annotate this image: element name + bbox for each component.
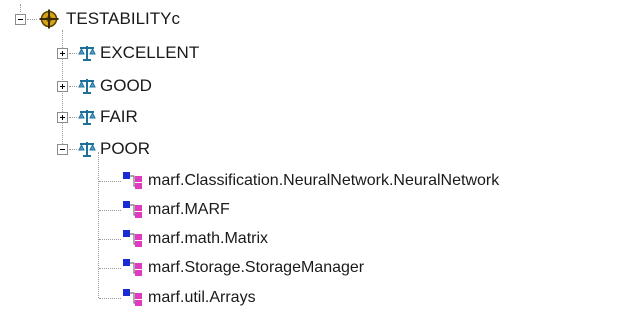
tree-leaf-item[interactable]: marf.Storage.StorageManager <box>0 255 630 281</box>
scales-icon <box>78 142 96 157</box>
category-label: EXCELLENT <box>100 43 200 62</box>
collapse-toggle[interactable] <box>57 144 68 155</box>
category-label: FAIR <box>100 107 138 126</box>
tree-guide-line <box>69 86 77 87</box>
class-label: marf.Classification.NeuralNetwork.Neural… <box>148 172 500 189</box>
tree-leaf-item[interactable]: marf.util.Arrays <box>0 285 630 311</box>
tree-node-poor[interactable]: POOR <box>0 136 300 162</box>
expand-toggle[interactable] <box>57 112 68 123</box>
category-label: GOOD <box>100 76 152 95</box>
tree-node-fair[interactable]: FAIR <box>0 104 300 130</box>
class-hierarchy-icon <box>123 172 142 189</box>
scales-icon <box>78 110 96 125</box>
class-hierarchy-icon <box>123 230 142 247</box>
tree-guide-line <box>99 298 121 299</box>
tree-guide-line <box>99 210 121 211</box>
tree-node-good[interactable]: GOOD <box>0 73 300 99</box>
class-hierarchy-icon <box>123 201 142 218</box>
class-hierarchy-icon <box>123 289 142 306</box>
collapse-toggle[interactable] <box>15 14 26 25</box>
tree-leaf-item[interactable]: marf.MARF <box>0 197 630 223</box>
category-label: POOR <box>100 139 151 158</box>
tree-node-root[interactable]: TESTABILITYc <box>0 6 300 32</box>
expand-toggle[interactable] <box>57 48 68 59</box>
tree-view: TESTABILITYc EXCELLENT GOOD FAIR POOR ma… <box>0 0 630 312</box>
class-label: marf.Storage.StorageManager <box>148 259 365 276</box>
class-label: marf.util.Arrays <box>148 289 256 306</box>
tree-leaf-item[interactable]: marf.Classification.NeuralNetwork.Neural… <box>0 168 630 194</box>
tree-leaf-item[interactable]: marf.math.Matrix <box>0 226 630 252</box>
class-label: marf.MARF <box>148 201 230 218</box>
class-hierarchy-icon <box>123 259 142 276</box>
tree-guide-line <box>69 53 77 54</box>
root-label: TESTABILITYc <box>66 9 180 28</box>
scales-icon <box>78 46 96 61</box>
class-label: marf.math.Matrix <box>148 230 269 247</box>
tree-node-excellent[interactable]: EXCELLENT <box>0 40 300 66</box>
tree-guide-line <box>27 19 37 20</box>
expand-toggle[interactable] <box>57 81 68 92</box>
scales-icon <box>78 79 96 94</box>
tree-guide-line <box>99 239 121 240</box>
tree-guide-line <box>99 181 121 182</box>
tree-guide-line <box>69 117 77 118</box>
tree-guide-line <box>99 268 121 269</box>
tree-guide-line <box>69 149 77 150</box>
crosshair-target-icon <box>39 9 59 29</box>
